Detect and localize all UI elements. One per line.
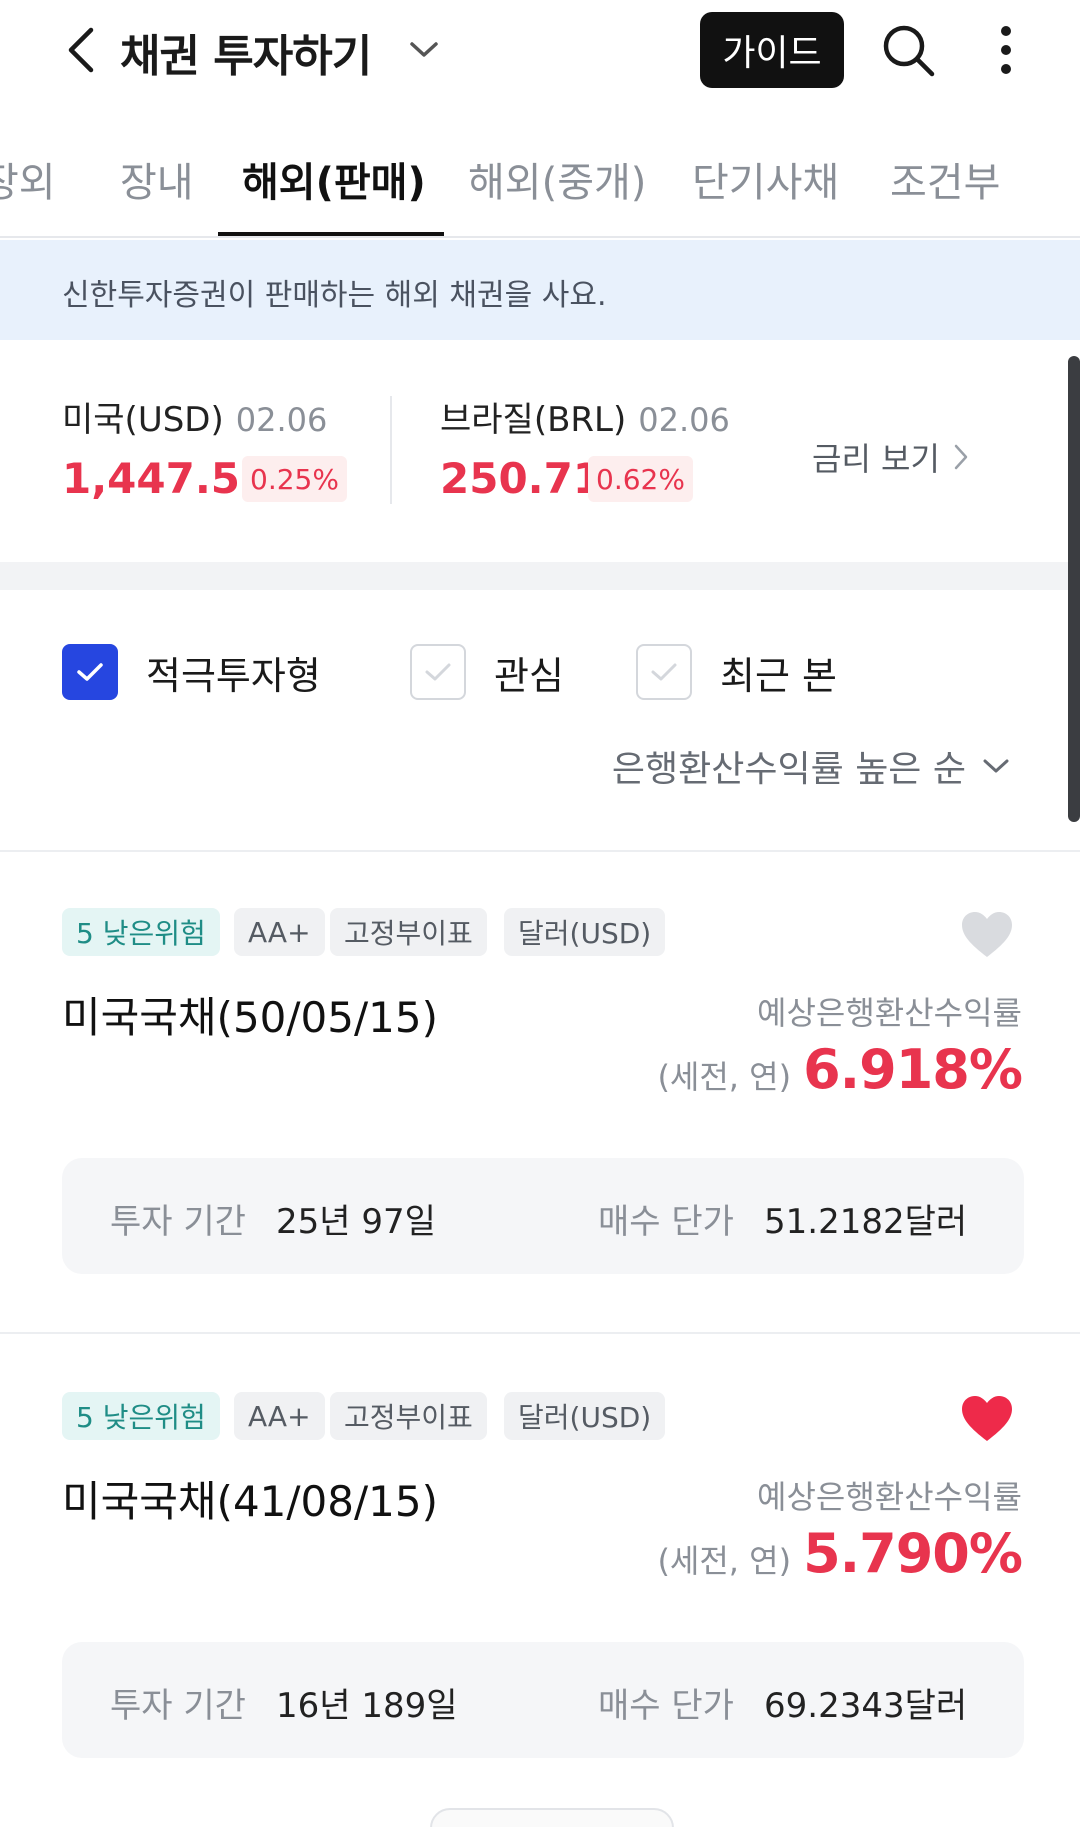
card-divider: [0, 1332, 1080, 1334]
period-value: 25년 97일: [276, 1202, 436, 1242]
search-icon: [883, 25, 935, 77]
chevron-down-icon: [983, 759, 1009, 773]
chevron-right-icon: [954, 444, 968, 470]
price-label: 매수 단가: [598, 1202, 734, 1242]
period-label: 투자 기간: [110, 1202, 246, 1242]
more-vertical-icon: [1001, 26, 1011, 74]
period-label: 투자 기간: [110, 1686, 246, 1726]
rating-tag: AA+: [234, 1392, 325, 1440]
sort-dropdown[interactable]: 은행환산수익률 높은 순: [612, 740, 1010, 792]
filter-aggressive-checkbox[interactable]: 적극투자형: [62, 644, 321, 700]
exchange-rate-panel: 미국(USD) 02.06 1,447.50 0.25% 브라질(BRL) 02.0…: [0, 340, 1080, 562]
rate-brl-label: 브라질(BRL) 02.06: [440, 392, 730, 441]
floating-pill[interactable]: [430, 1808, 674, 1827]
rate-usd-change-badge: 0.25%: [242, 456, 347, 502]
rate-brl-currency: 브라질(BRL): [440, 400, 627, 440]
rate-brl-value: 250.71: [440, 454, 603, 503]
filter-bar: 적극투자형 관심 최근 본 은행환산수익률 높은 순: [0, 590, 1080, 852]
currency-tag: 달러(USD): [504, 1392, 666, 1440]
yield-sub: (세전, 연): [657, 1542, 792, 1580]
scrollbar[interactable]: [1068, 356, 1080, 822]
yield-value: 5.790%: [803, 1522, 1023, 1585]
back-button[interactable]: [56, 22, 104, 78]
heart-filled-icon[interactable]: [960, 1394, 1014, 1444]
checkbox-checked-icon: [62, 644, 118, 700]
bond-card[interactable]: 5 낮은위험 AA+ 고정부이표 달러(USD) 미국국채(50/05/15) …: [0, 852, 1080, 1334]
rate-usd-date: 02.06: [235, 401, 328, 439]
heart-icon[interactable]: [960, 910, 1014, 960]
top-app-bar: 채권 투자하기 가이드: [0, 0, 1080, 100]
filter-aggressive-label: 적극투자형: [146, 653, 321, 698]
price-value: 51.2182달러: [764, 1202, 968, 1242]
tab-conditional[interactable]: 조건부: [890, 150, 1000, 208]
filter-watchlist-label: 관심: [494, 653, 564, 698]
yield-label: 예상은행환산수익률: [757, 1478, 1022, 1516]
rate-usd-value: 1,447.50: [62, 454, 270, 503]
bond-name: 미국국채(41/08/15): [62, 1477, 438, 1526]
section-divider: [0, 562, 1068, 590]
yield-row: (세전, 연) 5.790%: [657, 1522, 1023, 1585]
view-rates-label: 금리 보기: [812, 440, 940, 478]
tab-otc[interactable]: 장외: [0, 150, 56, 208]
currency-tag: 달러(USD): [504, 908, 666, 956]
bond-info-box: 투자 기간 25년 97일 매수 단가 51.2182달러: [62, 1158, 1024, 1274]
rate-brl-change-badge: 0.62%: [588, 456, 693, 502]
category-tabs: 장외 장내 해외(판매) 해외(중개) 단기사채 조건부: [0, 120, 1080, 238]
yield-row: (세전, 연) 6.918%: [657, 1038, 1023, 1101]
active-tab-indicator: [218, 232, 444, 236]
info-banner: 신한투자증권이 판매하는 해외 채권을 사요.: [0, 240, 1080, 340]
rate-divider: [390, 396, 392, 504]
checkbox-unchecked-icon: [636, 644, 692, 700]
yield-label: 예상은행환산수익률: [757, 994, 1022, 1032]
more-options-button[interactable]: [986, 20, 1026, 80]
period-value: 16년 189일: [276, 1686, 458, 1726]
tab-short-term-bond[interactable]: 단기사채: [692, 150, 839, 208]
rate-brl-date: 02.06: [638, 401, 730, 439]
rating-tag: AA+: [234, 908, 325, 956]
rate-usd-currency: 미국(USD): [62, 400, 224, 440]
page-title: 채권 투자하기: [120, 31, 372, 82]
search-button[interactable]: [878, 18, 938, 82]
filter-recent-checkbox[interactable]: 최근 본: [636, 644, 837, 700]
risk-tag: 5 낮은위험: [62, 1392, 220, 1440]
risk-tag: 5 낮은위험: [62, 908, 220, 956]
coupon-type-tag: 고정부이표: [330, 1392, 487, 1440]
sort-label: 은행환산수익률 높은 순: [611, 749, 966, 790]
filter-watchlist-checkbox[interactable]: 관심: [410, 644, 564, 700]
title-dropdown-button[interactable]: [404, 34, 444, 66]
bond-card[interactable]: 5 낮은위험 AA+ 고정부이표 달러(USD) 미국국채(41/08/15) …: [0, 1336, 1080, 1818]
guide-button[interactable]: 가이드: [700, 12, 844, 88]
banner-text: 신한투자증권이 판매하는 해외 채권을 사요.: [62, 278, 607, 313]
bond-info-box: 투자 기간 16년 189일 매수 단가 69.2343달러: [62, 1642, 1024, 1758]
price-label: 매수 단가: [598, 1686, 734, 1726]
tab-overseas-brokerage[interactable]: 해외(중개): [468, 150, 646, 208]
yield-value: 6.918%: [803, 1038, 1023, 1101]
rate-usd-label: 미국(USD) 02.06: [62, 392, 327, 441]
coupon-type-tag: 고정부이표: [330, 908, 487, 956]
price-value: 69.2343달러: [764, 1686, 968, 1726]
bond-name: 미국국채(50/05/15): [62, 993, 438, 1042]
yield-sub: (세전, 연): [657, 1058, 792, 1096]
tab-exchange[interactable]: 장내: [120, 150, 194, 208]
filter-recent-label: 최근 본: [720, 653, 837, 698]
tab-overseas-sale[interactable]: 해외(판매): [242, 150, 426, 208]
view-rates-link[interactable]: 금리 보기: [812, 434, 968, 480]
checkbox-unchecked-icon: [410, 644, 466, 700]
chevron-left-icon: [68, 27, 94, 73]
chevron-down-icon: [410, 42, 438, 57]
